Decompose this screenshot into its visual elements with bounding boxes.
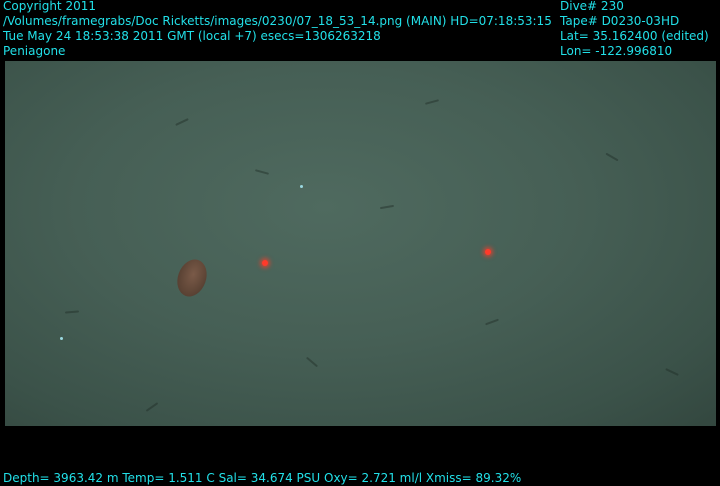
footer-readout: Depth= 3963.42 m Temp= 1.511 C Sal= 34.6…: [3, 471, 521, 486]
sea-cucumber-organism: [172, 255, 212, 301]
sediment-mark: [605, 152, 619, 162]
dive-number: Dive# 230: [560, 0, 624, 13]
longitude-text: Lon= -122.996810: [560, 44, 673, 58]
sediment-mark: [254, 169, 270, 175]
species-label: Peniagone: [3, 44, 66, 58]
file-path-text: /Volumes/framegrabs/Doc Ricketts/images/…: [3, 14, 552, 28]
laser-dot-right: [485, 249, 491, 255]
latitude-text: Lat= 35.162400 (edited): [560, 29, 709, 43]
sediment-mark: [424, 99, 440, 105]
sediment-mark: [485, 318, 499, 326]
sediment-mark: [379, 204, 395, 210]
laser-dot-left: [262, 260, 268, 266]
sediment-mark: [175, 118, 189, 126]
tape-number: Tape# D0230-03HD: [560, 14, 680, 28]
particle-dot: [60, 337, 63, 340]
sediment-mark: [305, 356, 319, 368]
sediment-mark: [145, 402, 159, 412]
sediment-mark: [64, 310, 80, 314]
copyright-text: Copyright 2011: [3, 0, 96, 13]
header-left: Copyright 2011 /Volumes/framegrabs/Doc R…: [3, 0, 552, 59]
particle-dot: [300, 185, 303, 188]
sediment-mark: [665, 368, 679, 376]
seafloor-video-frame: [5, 61, 716, 426]
datetime-text: Tue May 24 18:53:38 2011 GMT (local +7) …: [3, 29, 381, 43]
sensor-readout-text: Depth= 3963.42 m Temp= 1.511 C Sal= 34.6…: [3, 471, 522, 485]
header-right: Dive# 230 Tape# D0230-03HD Lat= 35.16240…: [560, 0, 709, 59]
